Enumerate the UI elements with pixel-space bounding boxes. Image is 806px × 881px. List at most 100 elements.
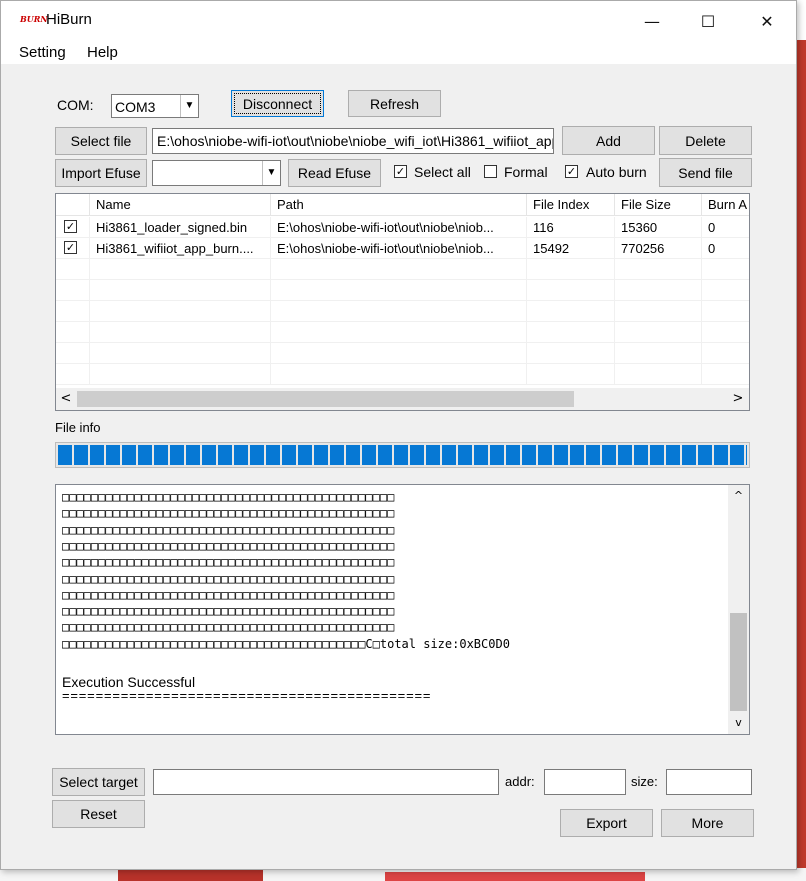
target-field[interactable] xyxy=(153,769,499,795)
file-index-cell: 116 xyxy=(527,217,615,238)
empty-cell xyxy=(527,364,615,385)
import-efuse-button[interactable]: Import Efuse xyxy=(55,159,147,187)
log-line: □□□□□□□□□□□□□□□□□□□□□□□□□□□□□□□□□□□□□□□□… xyxy=(62,620,395,635)
formal-checkbox[interactable] xyxy=(484,165,497,178)
hiburn-window: BURN HiBurn — ☐ ✕ Setting Help COM: COM3… xyxy=(0,0,797,870)
empty-cell xyxy=(527,343,615,364)
file-info-label: File info xyxy=(55,420,101,435)
close-icon: ✕ xyxy=(760,11,774,31)
empty-cell xyxy=(527,322,615,343)
vertical-scrollbar[interactable]: ^ v xyxy=(728,485,749,734)
size-field[interactable] xyxy=(666,769,752,795)
menu-help[interactable]: Help xyxy=(87,43,118,63)
log-line: □□□□□□□□□□□□□□□□□□□□□□□□□□□□□□□□□□□□□□□□… xyxy=(62,604,395,619)
empty-cell xyxy=(702,322,749,343)
scroll-up-icon[interactable]: ^ xyxy=(731,489,746,503)
empty-cell xyxy=(90,322,271,343)
row-checkbox[interactable]: ✓ xyxy=(64,220,77,233)
auto-burn-checkbox[interactable]: ✓ xyxy=(565,165,578,178)
delete-button[interactable]: Delete xyxy=(659,126,752,155)
maximize-button[interactable]: ☐ xyxy=(682,1,734,41)
size-label: size: xyxy=(631,774,658,789)
file-path-cell: E:\ohos\niobe-wifi-iot\out\niobe\niob... xyxy=(271,238,527,259)
log-line: □□□□□□□□□□□□□□□□□□□□□□□□□□□□□□□□□□□□□□□□… xyxy=(62,506,395,521)
com-port-select[interactable]: COM3 ▼ xyxy=(111,94,199,118)
title-bar[interactable]: BURN HiBurn — ☐ ✕ xyxy=(1,1,796,41)
minimize-icon: — xyxy=(644,11,660,31)
log-line: □□□□□□□□□□□□□□□□□□□□□□□□□□□□□□□□□□□□□□□□… xyxy=(62,538,395,553)
file-name-cell: Hi3861_loader_signed.bin xyxy=(90,217,271,238)
addr-field[interactable] xyxy=(544,769,626,795)
empty-cell xyxy=(615,343,702,364)
table-row[interactable]: ✓ Hi3861_loader_signed.bin E:\ohos\niobe… xyxy=(56,217,749,238)
scrollbar-thumb[interactable] xyxy=(77,391,574,407)
empty-cell xyxy=(90,280,271,301)
log-output[interactable]: □□□□□□□□□□□□□□□□□□□□□□□□□□□□□□□□□□□□□□□□… xyxy=(55,484,750,735)
empty-cell xyxy=(271,259,527,280)
row-checkbox[interactable]: ✓ xyxy=(64,241,77,254)
chevron-down-icon[interactable]: ▼ xyxy=(180,95,198,117)
minimize-button[interactable]: — xyxy=(626,1,678,41)
maximize-icon: ☐ xyxy=(700,11,716,31)
log-line: □□□□□□□□□□□□□□□□□□□□□□□□□□□□□□□□□□□□□□□□… xyxy=(62,555,395,570)
auto-burn-label[interactable]: Auto burn xyxy=(586,164,647,180)
table-row[interactable]: ✓ Hi3861_wifiiot_app_burn.... E:\ohos\ni… xyxy=(56,238,749,259)
export-button[interactable]: Export xyxy=(560,809,653,837)
progress-bar xyxy=(55,442,750,468)
disconnect-button[interactable]: Disconnect xyxy=(231,90,324,117)
scroll-right-icon[interactable]: > xyxy=(730,391,746,407)
table-header-path[interactable]: Path xyxy=(271,194,527,216)
select-all-checkbox[interactable]: ✓ xyxy=(394,165,407,178)
burn-addr-cell: 0 xyxy=(702,238,749,259)
table-header-name[interactable]: Name xyxy=(90,194,271,216)
empty-cell xyxy=(527,301,615,322)
close-button[interactable]: ✕ xyxy=(741,1,793,41)
table-header-check[interactable] xyxy=(56,194,90,216)
empty-cell xyxy=(702,280,749,301)
scroll-down-icon[interactable]: v xyxy=(731,716,746,730)
empty-cell xyxy=(527,259,615,280)
more-button[interactable]: More xyxy=(661,809,754,837)
addr-label: addr: xyxy=(505,774,535,789)
scrollbar-thumb[interactable] xyxy=(730,613,747,711)
table-header-burn-addr[interactable]: Burn A xyxy=(702,194,749,216)
empty-cell xyxy=(56,301,90,322)
horizontal-scrollbar[interactable]: < > xyxy=(56,388,749,410)
efuse-select[interactable]: ▼ xyxy=(152,160,281,186)
select-all-label[interactable]: Select all xyxy=(414,164,471,180)
empty-cell xyxy=(615,322,702,343)
table-header-file-size[interactable]: File Size xyxy=(615,194,702,216)
empty-cell xyxy=(271,322,527,343)
log-line: □□□□□□□□□□□□□□□□□□□□□□□□□□□□□□□□□□□□□□□□… xyxy=(62,587,395,602)
table-header-file-index[interactable]: File Index xyxy=(527,194,615,216)
reset-button[interactable]: Reset xyxy=(52,800,145,828)
empty-cell xyxy=(615,280,702,301)
empty-cell xyxy=(56,280,90,301)
add-button[interactable]: Add xyxy=(562,126,655,155)
window-title: HiBurn xyxy=(46,11,92,28)
scroll-left-icon[interactable]: < xyxy=(58,391,74,407)
burn-addr-cell: 0 xyxy=(702,217,749,238)
select-file-button[interactable]: Select file xyxy=(55,127,147,155)
refresh-button[interactable]: Refresh xyxy=(348,90,441,117)
file-table[interactable]: Name Path File Index File Size Burn A ✓ … xyxy=(55,193,750,411)
empty-cell xyxy=(56,343,90,364)
select-target-button[interactable]: Select target xyxy=(52,768,145,796)
formal-label[interactable]: Formal xyxy=(504,164,548,180)
empty-cell xyxy=(702,343,749,364)
empty-cell xyxy=(56,364,90,385)
empty-cell xyxy=(702,259,749,280)
empty-cell xyxy=(90,259,271,280)
log-line: □□□□□□□□□□□□□□□□□□□□□□□□□□□□□□□□□□□□□□□□… xyxy=(62,522,395,537)
read-efuse-button[interactable]: Read Efuse xyxy=(288,159,381,187)
file-path-field[interactable]: E:\ohos\niobe-wifi-iot\out\niobe\niobe_w… xyxy=(152,128,554,154)
empty-cell xyxy=(702,364,749,385)
empty-cell xyxy=(271,301,527,322)
log-line: □□□□□□□□□□□□□□□□□□□□□□□□□□□□□□□□□□□□□□□□… xyxy=(62,636,510,651)
send-file-button[interactable]: Send file xyxy=(659,158,752,187)
app-icon: BURN xyxy=(20,14,48,24)
chevron-down-icon[interactable]: ▼ xyxy=(262,161,280,185)
menu-setting[interactable]: Setting xyxy=(19,43,66,63)
log-line: □□□□□□□□□□□□□□□□□□□□□□□□□□□□□□□□□□□□□□□□… xyxy=(62,490,395,504)
com-port-value: COM3 xyxy=(115,99,156,115)
